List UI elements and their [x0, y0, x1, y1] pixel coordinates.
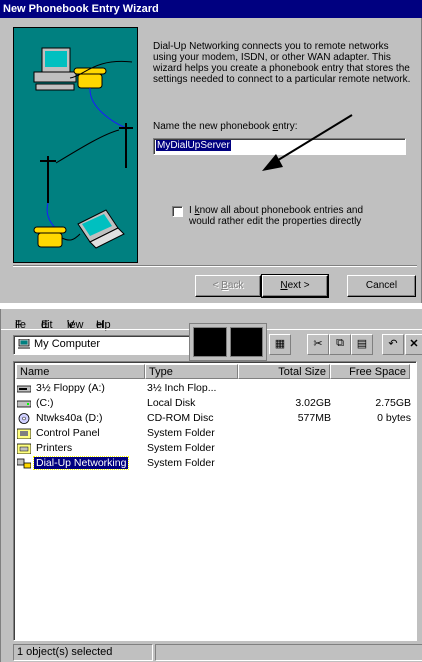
- column-header-total-size[interactable]: Total Size: [238, 364, 330, 379]
- address-combobox[interactable]: My Computer: [13, 335, 193, 355]
- telephone-pole-icon: [40, 123, 133, 203]
- map-drive-icon: ▦: [274, 338, 286, 350]
- black-box-right: [229, 327, 263, 357]
- back-button[interactable]: < Back: [195, 275, 261, 297]
- list-item-control-panel[interactable]: Control Panel System Folder: [16, 427, 414, 441]
- cut-icon: ✂: [313, 338, 323, 350]
- copy-button[interactable]: ⧉: [329, 334, 351, 355]
- hard-disk-icon: [17, 400, 31, 408]
- wizard-title: New Phonebook Entry Wizard: [0, 0, 422, 18]
- status-text: 1 object(s) selected: [13, 644, 153, 661]
- floppy-icon: [17, 385, 31, 393]
- new-phonebook-entry-wizard: New Phonebook Entry Wizard Dial-Up Netwo…: [0, 0, 422, 303]
- list-item-floppy[interactable]: 3½ Floppy (A:) 3½ Inch Flop...: [16, 382, 414, 396]
- wizard-divider: [13, 265, 417, 267]
- control-panel-icon: [17, 428, 31, 439]
- my-computer-icon: [18, 339, 30, 350]
- cut-button[interactable]: ✂: [307, 334, 329, 355]
- cancel-button[interactable]: Cancel: [347, 275, 416, 297]
- entry-selected-text: MyDialUpServer: [156, 140, 231, 151]
- status-panel: [155, 644, 422, 661]
- my-computer-window: File Edit View Help My Computer ▦ ✂ ⧉ ▤ …: [0, 309, 422, 662]
- list-item-cdrom[interactable]: Ntwks40a (D:) CD-ROM Disc 577MB 0 bytes: [16, 412, 414, 426]
- status-bar: 1 object(s) selected: [1, 644, 422, 662]
- column-header-free-space[interactable]: Free Space: [330, 364, 410, 379]
- edit-properties-checkbox-label: I know all about phonebook entries and w…: [189, 205, 364, 227]
- desktop-computer-icon: [33, 47, 77, 91]
- delete-icon: ✕: [409, 338, 419, 350]
- wizard-illustration: [13, 27, 138, 263]
- phonebook-entry-label: Name the new phonebook entry:: [153, 121, 298, 132]
- dialup-networking-icon: [17, 458, 31, 469]
- black-box-left: [193, 327, 227, 357]
- laptop-icon: [77, 209, 125, 249]
- cdrom-icon: [18, 413, 30, 424]
- paste-icon: ▤: [356, 338, 368, 350]
- undo-button[interactable]: ↶: [382, 334, 404, 355]
- wizard-intro-text: Dial-Up Networking connects you to remot…: [153, 41, 411, 85]
- next-button[interactable]: Next >: [261, 274, 329, 298]
- copy-icon: ⧉: [336, 337, 344, 349]
- phonebook-entry-name-input[interactable]: MyDialUpServer: [153, 138, 406, 155]
- undo-icon: ↶: [388, 338, 398, 350]
- column-header-type[interactable]: Type: [145, 364, 238, 379]
- paste-button[interactable]: ▤: [351, 334, 373, 355]
- telephone-icon: [73, 67, 107, 89]
- printers-icon: [17, 443, 31, 454]
- address-text: My Computer: [34, 338, 101, 350]
- column-header-name[interactable]: Name: [16, 364, 145, 379]
- obscured-toolbar-region: [189, 323, 267, 361]
- file-list: Name Type Total Size Free Space 3½ Flopp…: [13, 361, 417, 641]
- edit-properties-checkbox[interactable]: [172, 206, 183, 217]
- list-item-dialup-networking[interactable]: Dial-Up Networking System Folder: [16, 456, 414, 471]
- map-network-drive-button[interactable]: ▦: [269, 334, 291, 355]
- list-item-printers[interactable]: Printers System Folder: [16, 442, 414, 456]
- delete-button[interactable]: ✕: [405, 334, 422, 355]
- telephone-icon: [33, 226, 67, 248]
- list-item-drive-c[interactable]: (C:) Local Disk 3.02GB 2.75GB: [16, 397, 414, 411]
